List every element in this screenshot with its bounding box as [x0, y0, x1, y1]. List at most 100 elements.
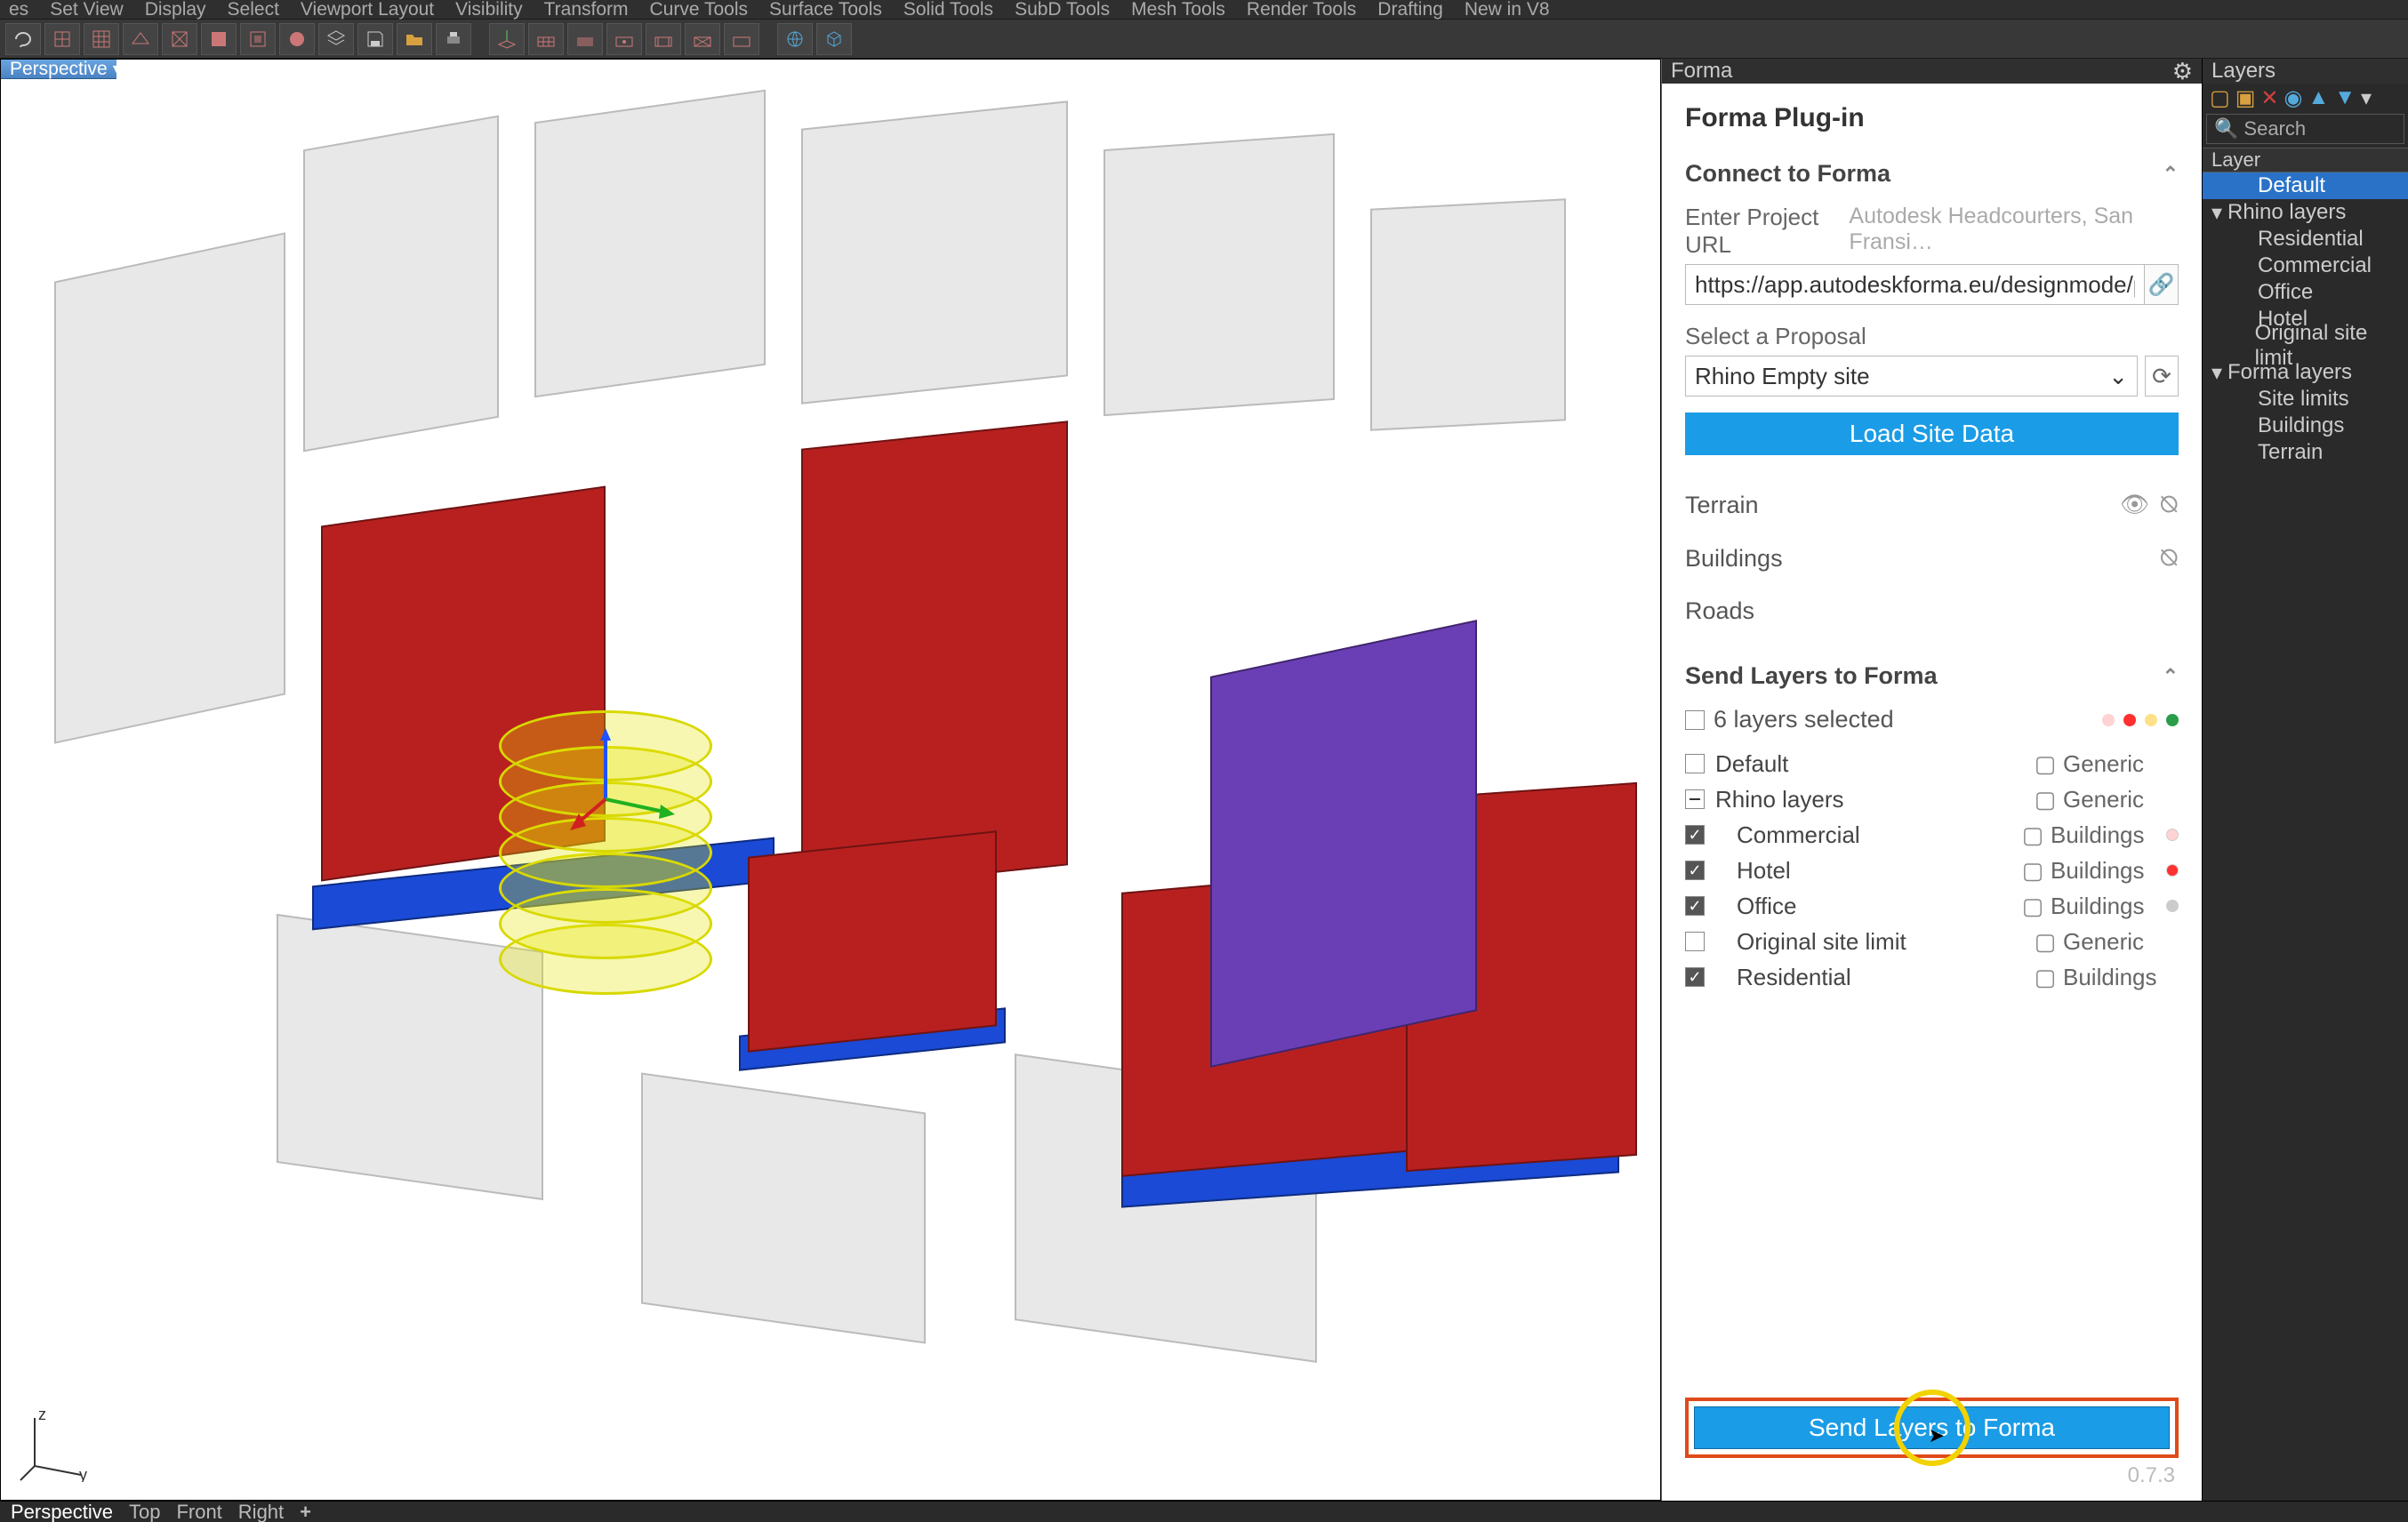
- layer-row[interactable]: Rhino layers▢Generic: [1685, 783, 2179, 815]
- tool-globe-icon[interactable]: [777, 23, 813, 55]
- tree-row[interactable]: Original site limit: [2203, 332, 2408, 359]
- tool-save-icon[interactable]: [357, 23, 393, 55]
- layer-row[interactable]: Original site limit▢Generic: [1685, 925, 2179, 957]
- chevron-up-icon[interactable]: ⌃: [2163, 163, 2179, 186]
- tool-wire-icon[interactable]: [162, 23, 197, 55]
- layer-props-icon[interactable]: ◉: [2284, 85, 2302, 111]
- tree-label: Residential: [2258, 227, 2364, 252]
- menu-display[interactable]: Display: [145, 0, 206, 20]
- layer-checkbox[interactable]: [1685, 754, 1705, 773]
- select-all-checkbox[interactable]: [1685, 710, 1705, 730]
- chevron-down-icon[interactable]: ▾: [113, 60, 121, 78]
- send-layers-button[interactable]: Send Layers to Forma: [1694, 1406, 2170, 1449]
- viewport-tab-front[interactable]: Front: [176, 1501, 221, 1522]
- layer-row[interactable]: ✓Office▢Buildings: [1685, 890, 2179, 922]
- layer-row[interactable]: ✓Hotel▢Buildings: [1685, 854, 2179, 886]
- tree-row[interactable]: Residential: [2203, 226, 2408, 252]
- tree-row[interactable]: Commercial: [2203, 252, 2408, 279]
- gear-icon[interactable]: ⚙: [2172, 59, 2193, 85]
- viewport[interactable]: Perspective ▾: [0, 59, 1661, 1501]
- eye-icon[interactable]: 👁: [2120, 491, 2149, 519]
- tool-layers-icon[interactable]: [318, 23, 354, 55]
- cube-icon: ▢: [2035, 753, 2056, 774]
- layer-name: Residential: [1715, 964, 2035, 991]
- layer-checkbox[interactable]: ✓: [1685, 825, 1705, 845]
- layers-toolbar: ▢ ▣ ✕ ◉ ▲ ▼ ▾: [2203, 84, 2408, 112]
- tool-cube-icon[interactable]: [816, 23, 852, 55]
- menu-surface-tools[interactable]: Surface Tools: [769, 0, 882, 20]
- menu-curve-tools[interactable]: Curve Tools: [650, 0, 749, 20]
- down-icon[interactable]: ▼: [2334, 85, 2356, 110]
- menu-new-in-v8[interactable]: New in V8: [1465, 0, 1550, 20]
- tool-grid7-icon[interactable]: [724, 23, 759, 55]
- layer-row[interactable]: Default▢Generic: [1685, 748, 2179, 780]
- tree-row[interactable]: Office: [2203, 279, 2408, 306]
- layer-checkbox[interactable]: ✓: [1685, 967, 1705, 987]
- tree-row[interactable]: Buildings: [2203, 413, 2408, 439]
- tool-print-icon[interactable]: [436, 23, 471, 55]
- menubar[interactable]: es Set View Display Select Viewport Layout Vi…: [0, 0, 2408, 20]
- tool-render-icon[interactable]: [279, 23, 315, 55]
- tool-cplane-icon[interactable]: [489, 23, 525, 55]
- tool-plane-icon[interactable]: [123, 23, 158, 55]
- forma-tab[interactable]: Forma: [1671, 59, 1732, 84]
- gumball-icon[interactable]: [570, 728, 677, 835]
- layer-row[interactable]: ✓Commercial▢Buildings: [1685, 819, 2179, 851]
- layer-row[interactable]: ✓Residential▢Buildings: [1685, 961, 2179, 993]
- layer-checkbox[interactable]: [1685, 932, 1705, 951]
- load-site-data-button[interactable]: Load Site Data: [1685, 413, 2179, 455]
- project-url-input[interactable]: [1685, 264, 2145, 305]
- tool-open-icon[interactable]: [397, 23, 432, 55]
- viewport-title[interactable]: Perspective ▾: [1, 60, 116, 79]
- layers-tab[interactable]: Layers: [2203, 59, 2408, 84]
- tool-grid-icon[interactable]: [84, 23, 119, 55]
- tool-grid2-icon[interactable]: [528, 23, 564, 55]
- tree-row[interactable]: Site limits: [2203, 386, 2408, 413]
- proposal-select[interactable]: Rhino Empty site ⌄: [1685, 356, 2138, 397]
- eye-off-icon[interactable]: ⦰: [2160, 544, 2179, 573]
- menu-set-view[interactable]: Set View: [50, 0, 124, 20]
- layer-checkbox[interactable]: ✓: [1685, 861, 1705, 880]
- refresh-icon[interactable]: ⟳: [2145, 356, 2179, 397]
- menu-select[interactable]: Select: [228, 0, 279, 20]
- layer-checkbox[interactable]: ✓: [1685, 896, 1705, 916]
- new-layer-icon[interactable]: ▢: [2210, 85, 2230, 111]
- tree-row[interactable]: Terrain: [2203, 439, 2408, 466]
- menu-viewport-layout[interactable]: Viewport Layout: [301, 0, 434, 20]
- tool-grid3-icon[interactable]: [567, 23, 603, 55]
- menu-subd-tools[interactable]: SubD Tools: [1015, 0, 1110, 20]
- menu-render-tools[interactable]: Render Tools: [1247, 0, 1356, 20]
- add-viewport-button[interactable]: +: [300, 1501, 311, 1522]
- viewport-tab-right[interactable]: Right: [238, 1501, 284, 1522]
- filter-icon[interactable]: ▾: [2361, 85, 2372, 111]
- tree-row[interactable]: ▾Rhino layers: [2203, 199, 2408, 226]
- menu-mesh-tools[interactable]: Mesh Tools: [1131, 0, 1225, 20]
- menu-es[interactable]: es: [9, 0, 28, 20]
- delete-layer-icon[interactable]: ✕: [2260, 85, 2278, 111]
- tool-lasso-icon[interactable]: [5, 23, 41, 55]
- cube-icon: ▢: [2035, 966, 2056, 988]
- layer-search-input[interactable]: 🔍 Search: [2206, 114, 2404, 144]
- layer-name: Default: [1715, 750, 2035, 778]
- layer-type: Generic: [2063, 928, 2179, 956]
- menu-transform[interactable]: Transform: [544, 0, 629, 20]
- tool-shade-icon[interactable]: [201, 23, 237, 55]
- viewport-tab-perspective[interactable]: Perspective: [11, 1501, 113, 1522]
- eye-off-icon[interactable]: ⦰: [2160, 491, 2179, 519]
- up-icon[interactable]: ▲: [2308, 85, 2329, 110]
- menu-visibility[interactable]: Visibility: [455, 0, 522, 20]
- viewport-tab-top[interactable]: Top: [129, 1501, 160, 1522]
- tool-mesh-icon[interactable]: [44, 23, 80, 55]
- chevron-up-icon[interactable]: ⌃: [2163, 665, 2179, 688]
- layer-checkbox[interactable]: [1685, 789, 1705, 809]
- tree-row[interactable]: Default: [2203, 172, 2408, 199]
- menu-solid-tools[interactable]: Solid Tools: [903, 0, 993, 20]
- tool-grid4-icon[interactable]: [606, 23, 642, 55]
- new-sublayer-icon[interactable]: ▣: [2235, 85, 2256, 111]
- tool-xray-icon[interactable]: [240, 23, 276, 55]
- tool-grid5-icon[interactable]: [646, 23, 681, 55]
- tool-grid6-icon[interactable]: [685, 23, 720, 55]
- tree-label: Forma layers: [2227, 360, 2352, 385]
- menu-drafting[interactable]: Drafting: [1377, 0, 1443, 20]
- link-icon[interactable]: 🔗: [2145, 264, 2179, 305]
